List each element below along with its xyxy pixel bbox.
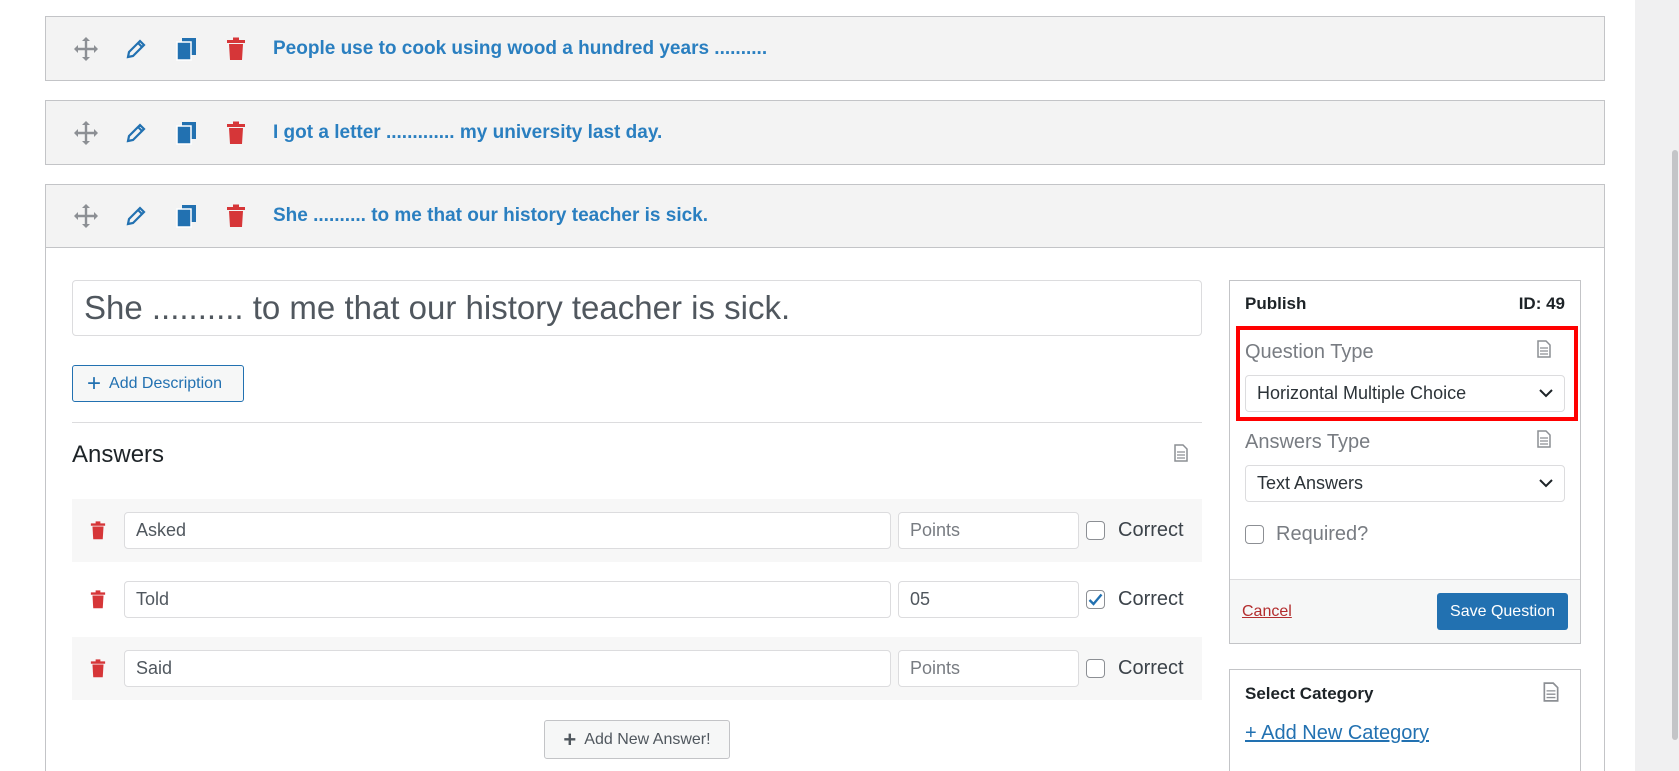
answers-type-value: Text Answers — [1257, 473, 1364, 493]
duplicate-icon[interactable] — [161, 196, 211, 236]
answers-type-label-row: Answers Type — [1245, 427, 1565, 457]
answer-points-input[interactable]: Points — [898, 512, 1079, 549]
add-new-answer-label: Add New Answer! — [584, 730, 711, 748]
question-id-label: ID: 49 — [1518, 294, 1565, 313]
answers-title: Answers — [72, 441, 165, 468]
answers-type-select[interactable]: Text Answers — [1245, 465, 1565, 502]
document-icon[interactable] — [1174, 443, 1188, 467]
correct-checkbox[interactable] — [1086, 521, 1105, 540]
correct-label: Correct — [1118, 519, 1184, 541]
add-description-button[interactable]: + Add Description — [72, 365, 244, 402]
add-description-label: Add Description — [109, 374, 222, 392]
question-title-link[interactable]: People use to cook using wood a hundred … — [273, 38, 767, 60]
edit-pencil-icon[interactable] — [111, 196, 161, 236]
move-icon[interactable] — [61, 196, 111, 236]
question-row: I got a letter ............. my universi… — [45, 100, 1605, 165]
category-header: Select Category — [1230, 670, 1580, 718]
answer-text-input[interactable]: Told — [124, 581, 891, 618]
question-row: People use to cook using wood a hundred … — [45, 16, 1605, 81]
trash-icon[interactable] — [72, 521, 124, 540]
publish-actions: Cancel Save Question — [1230, 579, 1580, 643]
trash-icon[interactable] — [211, 29, 261, 69]
edit-pencil-icon[interactable] — [111, 113, 161, 153]
publish-header: Publish ID: 49 — [1230, 281, 1580, 327]
required-checkbox[interactable] — [1245, 525, 1264, 544]
answer-points-input[interactable]: Points — [898, 650, 1079, 687]
move-icon[interactable] — [61, 29, 111, 69]
scrollbar-thumb[interactable] — [1672, 150, 1678, 740]
answer-text-input[interactable]: Asked — [124, 512, 891, 549]
save-question-button[interactable]: Save Question — [1437, 593, 1568, 630]
cancel-link[interactable]: Cancel — [1242, 603, 1292, 621]
move-icon[interactable] — [61, 113, 111, 153]
correct-checkbox-checked[interactable] — [1086, 590, 1105, 609]
document-icon[interactable] — [1543, 681, 1559, 707]
correct-checkbox[interactable] — [1086, 659, 1105, 678]
checkmark-icon — [1088, 593, 1103, 606]
chevron-down-icon — [1539, 479, 1553, 488]
question-title-link[interactable]: I got a letter ............. my universi… — [273, 122, 662, 144]
answer-text-input[interactable]: Said — [124, 650, 891, 687]
answers-type-label: Answers Type — [1245, 430, 1371, 453]
add-new-answer-button[interactable]: + Add New Answer! — [544, 720, 730, 759]
question-title-input[interactable]: She .......... to me that our history te… — [72, 280, 1202, 336]
answer-row: Said Points Correct — [72, 637, 1202, 700]
trash-icon[interactable] — [72, 659, 124, 678]
answers-header: Answers — [72, 441, 1202, 469]
publish-title: Publish — [1245, 294, 1307, 313]
duplicate-icon[interactable] — [161, 29, 211, 69]
trash-icon[interactable] — [211, 196, 261, 236]
trash-icon[interactable] — [211, 113, 261, 153]
plus-icon: + — [563, 726, 577, 752]
category-box: Select Category + Add New Category — [1229, 669, 1581, 771]
answer-row: Told 05 Correct — [72, 568, 1202, 631]
correct-label: Correct — [1118, 657, 1184, 679]
answer-list: Asked Points Correct Told 05 Correct Sai… — [72, 499, 1202, 700]
question-main-column: She .......... to me that our history te… — [72, 280, 1202, 759]
divider — [72, 422, 1202, 423]
category-title: Select Category — [1245, 684, 1374, 703]
question-title-link[interactable]: She .......... to me that our history te… — [273, 205, 708, 227]
question-type-highlight — [1236, 326, 1578, 421]
trash-icon[interactable] — [72, 590, 124, 609]
plus-icon: + — [87, 369, 102, 397]
required-row: Required? — [1245, 523, 1565, 546]
correct-label: Correct — [1118, 588, 1184, 610]
answer-row: Asked Points Correct — [72, 499, 1202, 562]
answers-type-field: Answers Type Text Answers Required? — [1230, 427, 1580, 546]
add-new-category-link[interactable]: + Add New Category — [1230, 722, 1580, 745]
required-label: Required? — [1276, 523, 1369, 545]
answer-points-input[interactable]: 05 — [898, 581, 1079, 618]
edit-pencil-icon[interactable] — [111, 29, 161, 69]
question-editor: She .......... to me that our history te… — [45, 184, 1605, 771]
document-icon[interactable] — [1537, 430, 1551, 454]
duplicate-icon[interactable] — [161, 113, 211, 153]
